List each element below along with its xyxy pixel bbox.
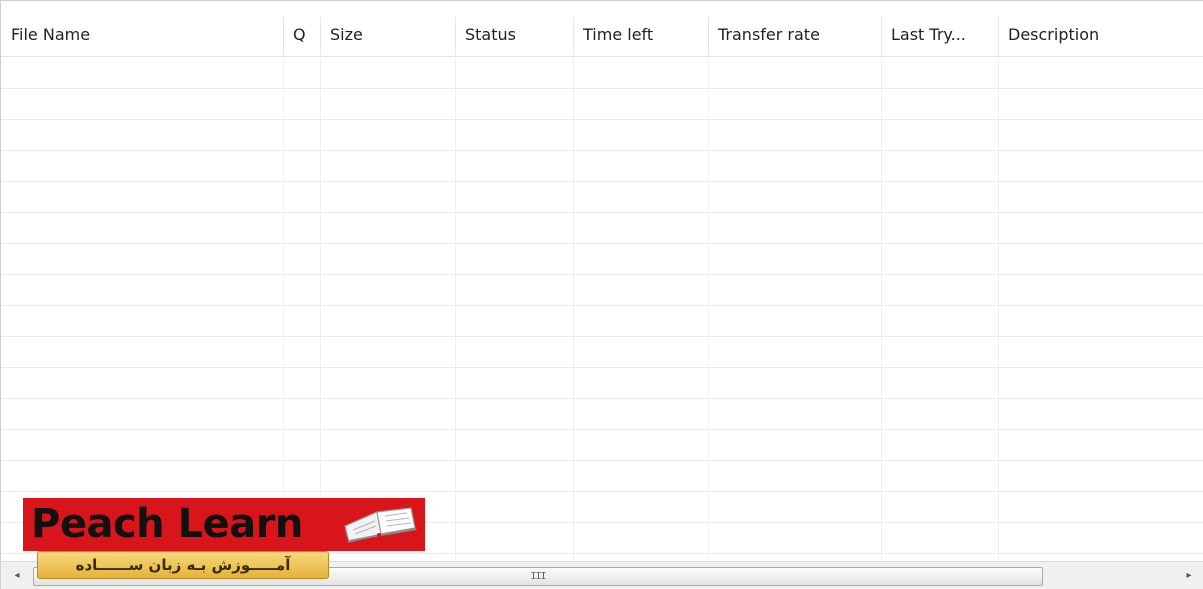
grid-row-line: [1, 119, 1203, 120]
column-header-row: File Name Q Size Status Time left Transf…: [1, 13, 1203, 57]
download-list-view[interactable]: File Name Q Size Status Time left Transf…: [0, 0, 1203, 589]
watermark-gold-banner: آمـــــوزش بـه زبان ســــــاده: [37, 551, 329, 579]
open-book-icon: [343, 507, 417, 543]
grid-row-line: [1, 491, 1203, 492]
grid-column-line: [708, 58, 709, 561]
column-header-size[interactable]: Size: [320, 13, 455, 57]
grid-column-line: [998, 58, 999, 561]
watermark-red-banner: Peach Learn: [23, 498, 425, 551]
grid-row-line: [1, 150, 1203, 151]
grip-icon: III: [530, 571, 546, 582]
grid-column-line: [573, 58, 574, 561]
grid-row-line: [1, 429, 1203, 430]
watermark-brand-text: Peach Learn: [31, 501, 303, 547]
list-body[interactable]: [1, 58, 1203, 561]
grid-column-line: [455, 58, 456, 561]
grid-row-line: [1, 181, 1203, 182]
scroll-right-arrow-icon[interactable]: ▸: [1181, 568, 1197, 584]
peach-learn-watermark: Peach Learn آمـــــوزش بـه زبان ســــــا…: [23, 498, 425, 582]
grid-column-line: [320, 58, 321, 561]
grid-column-line: [283, 58, 284, 561]
grid-row-line: [1, 212, 1203, 213]
grid-row-line: [1, 274, 1203, 275]
grid-row-line: [1, 243, 1203, 244]
grid-row-line: [1, 88, 1203, 89]
grid-column-line: [881, 58, 882, 561]
grid-row-line: [1, 398, 1203, 399]
column-header-status[interactable]: Status: [455, 13, 573, 57]
column-header-transfer-rate[interactable]: Transfer rate: [708, 13, 881, 57]
watermark-tagline-text: آمـــــوزش بـه زبان ســــــاده: [75, 556, 291, 574]
column-header-q[interactable]: Q: [283, 13, 320, 57]
column-header-file-name[interactable]: File Name: [1, 13, 283, 57]
column-header-description[interactable]: Description: [998, 13, 1203, 57]
grid-row-line: [1, 305, 1203, 306]
column-header-last-try[interactable]: Last Try...: [881, 13, 998, 57]
grid-row-line: [1, 367, 1203, 368]
grid-row-line: [1, 460, 1203, 461]
column-header-time-left[interactable]: Time left: [573, 13, 708, 57]
grid-row-line: [1, 336, 1203, 337]
